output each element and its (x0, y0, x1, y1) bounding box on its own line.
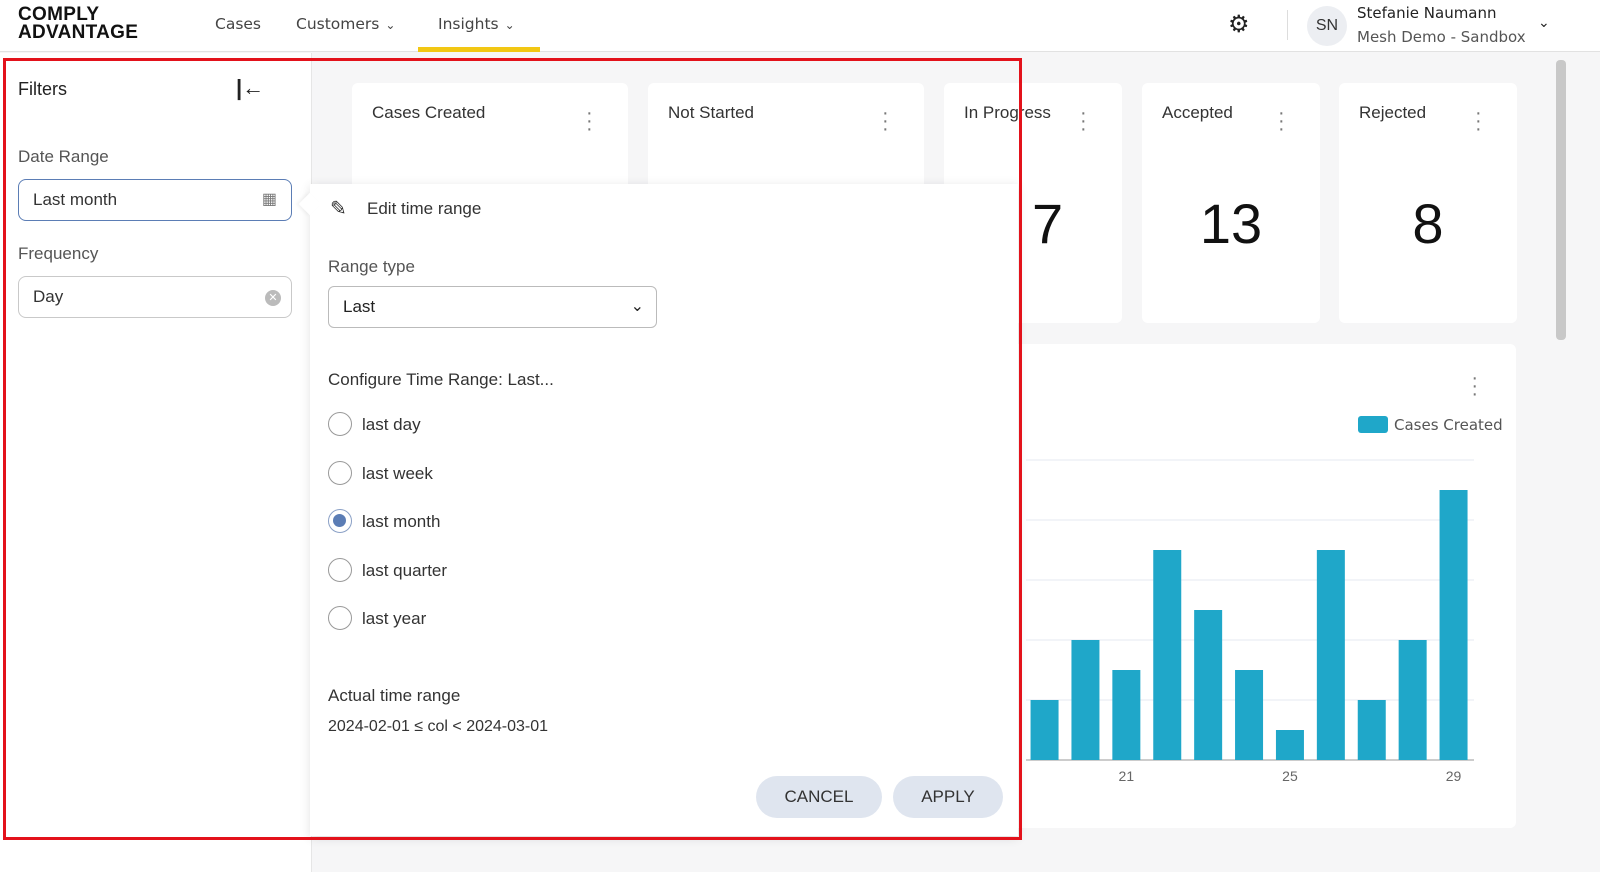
bar[interactable] (1275, 730, 1304, 760)
frequency-value: Day (33, 287, 64, 306)
more-icon[interactable]: · · · (1080, 103, 1087, 139)
card-title: In Progress (964, 103, 1051, 122)
bar[interactable] (1030, 700, 1059, 760)
date-range-value: Last month (33, 190, 118, 209)
range-type-value: Last (343, 297, 376, 316)
bar[interactable] (1439, 490, 1468, 760)
nav-label: Cases (215, 15, 262, 33)
legend-label: Cases Created (1394, 416, 1503, 434)
edit-icon: ✎ (330, 198, 347, 220)
card-title: Cases Created (372, 103, 486, 122)
more-icon[interactable]: · · · (1278, 103, 1285, 139)
filters-title: Filters (18, 79, 67, 99)
radio-label: last quarter (362, 560, 448, 580)
chevron-down-icon[interactable]: ⌄ (1538, 14, 1550, 31)
bar[interactable] (1112, 670, 1141, 760)
radio-label: last year (362, 609, 427, 628)
divider (1287, 10, 1288, 40)
card-title: Rejected (1359, 103, 1427, 122)
frequency-label: Frequency (18, 244, 99, 263)
radio-last-week[interactable] (328, 460, 352, 485)
active-tab-indicator (418, 47, 540, 52)
card-rejected: Rejected · · · 8 (1339, 83, 1517, 323)
bar[interactable] (1357, 700, 1386, 760)
logo-line2: ADVANTAGE (18, 22, 139, 43)
range-type-select[interactable]: Last ⌄ (328, 286, 657, 328)
radio-last-quarter[interactable] (328, 557, 352, 582)
scrollbar[interactable] (1556, 60, 1566, 340)
actual-range-value: 2024-02-01 ≤ col < 2024-03-01 (328, 718, 549, 735)
radio-label: last day (362, 415, 421, 434)
calendar-icon[interactable]: ▦ (262, 180, 277, 220)
nav-customers[interactable]: Customers ⌄ (296, 15, 395, 33)
radio-last-day[interactable] (328, 412, 352, 436)
card-accepted: Accepted · · · 13 (1142, 83, 1320, 323)
nav-label: Customers (296, 15, 380, 33)
logo[interactable]: COMPLY ADVANTAGE (18, 5, 139, 43)
card-value: 13 (1199, 192, 1263, 255)
x-tick-label: 29 (1446, 768, 1462, 784)
bar[interactable] (1153, 550, 1182, 760)
edit-time-range-popover: ✎ Edit time range Range type Last ⌄ Confi… (298, 184, 1018, 836)
nav-label: Insights (438, 15, 499, 33)
nav-cases[interactable]: Cases (215, 15, 261, 33)
cancel-button[interactable]: CANCEL (756, 776, 882, 818)
chevron-down-icon: ⌄ (504, 18, 515, 32)
x-tick-label: 21 (1119, 768, 1135, 784)
radio-label: last week (362, 463, 433, 483)
frequency-select[interactable]: Day ✕ (18, 276, 292, 318)
apply-button[interactable]: APPLY (893, 776, 1003, 818)
date-range-label: Date Range (18, 147, 109, 166)
actual-range-label: Actual time range (328, 686, 461, 705)
user-org: Mesh Demo - Sandbox (1357, 28, 1526, 46)
legend-swatch (1358, 416, 1388, 433)
clear-icon[interactable]: ✕ (265, 290, 281, 306)
x-tick-label: 25 (1282, 768, 1298, 784)
radio-last-year[interactable] (328, 606, 352, 630)
chevron-down-icon: ⌄ (385, 18, 396, 32)
gear-icon[interactable]: ⚙ (1228, 10, 1250, 39)
bar[interactable] (1398, 640, 1427, 760)
bar[interactable] (1316, 550, 1345, 760)
range-type-label: Range type (328, 257, 415, 276)
radio-label: last month (362, 512, 441, 531)
bar[interactable] (1235, 670, 1264, 760)
more-icon[interactable]: · · · (882, 103, 889, 139)
bar[interactable] (1194, 610, 1223, 760)
popover-title: Edit time range (367, 199, 482, 218)
top-bar: COMPLY ADVANTAGE Cases Customers ⌄ Insight… (0, 0, 1600, 52)
card-title: Not Started (668, 103, 754, 122)
avatar[interactable]: SN (1307, 6, 1347, 46)
date-range-input[interactable]: Last month ▦ (18, 179, 292, 221)
bar[interactable] (1071, 640, 1100, 760)
configure-label: Configure Time Range: Last... (328, 370, 554, 389)
filters-panel: Filters |← Date Range Last month ▦ Freque… (0, 53, 312, 872)
radio-last-month[interactable] (328, 509, 352, 533)
user-name: Stefanie Naumann (1357, 4, 1497, 22)
more-icon[interactable]: · · · (1475, 103, 1482, 139)
chevron-down-icon: ⌄ (630, 298, 644, 315)
more-icon[interactable]: · · · (586, 103, 593, 139)
card-title: Accepted (1162, 103, 1233, 122)
nav-insights[interactable]: Insights ⌄ (438, 15, 515, 33)
card-value: 8 (1412, 192, 1444, 255)
collapse-icon[interactable]: |← (236, 75, 264, 101)
